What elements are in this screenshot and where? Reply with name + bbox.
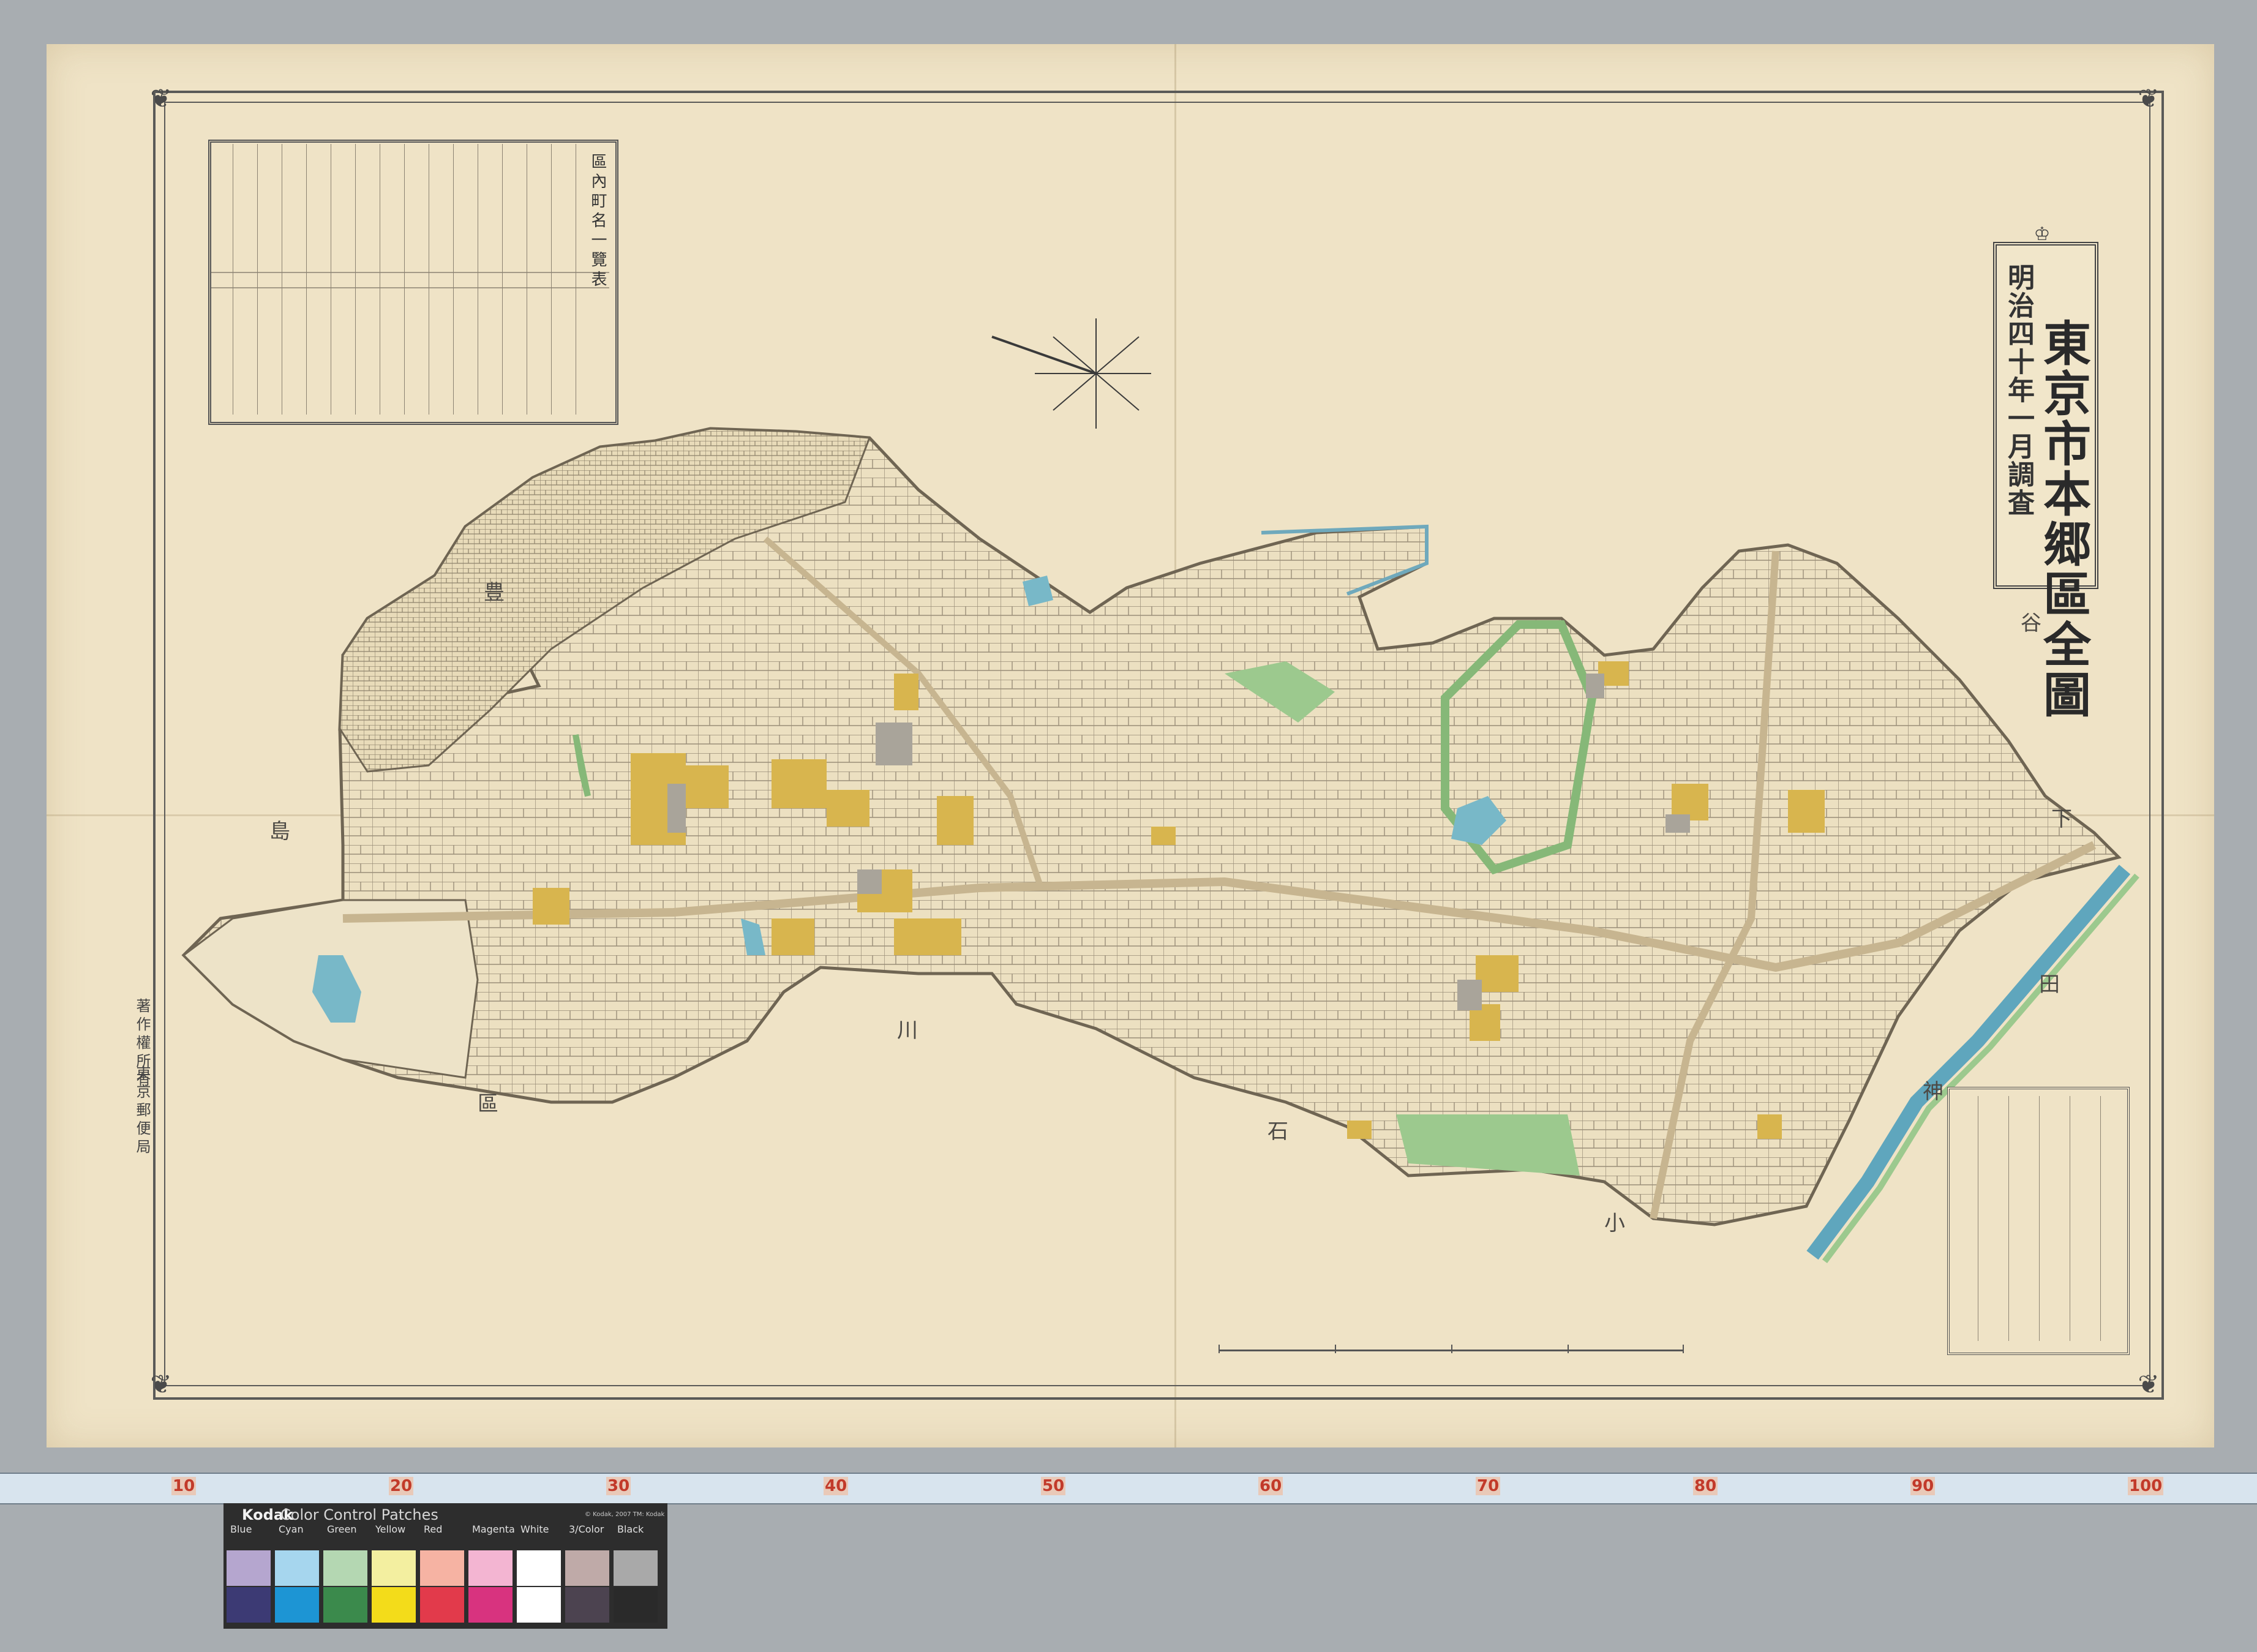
patch-dark-white — [517, 1587, 561, 1623]
patch-light-blue — [227, 1550, 271, 1586]
district-label-8: 神 — [1923, 1079, 1943, 1104]
legend-column-line — [2100, 1096, 2101, 1341]
district-label-10: 島 — [269, 819, 290, 844]
title-survey-date: 明治四十年一月調査 — [2003, 263, 2034, 517]
table-column-line — [453, 144, 454, 415]
scale-tick — [1683, 1345, 1684, 1353]
publisher-owner: 東京郵便局 — [133, 1065, 151, 1157]
table-column-line — [502, 144, 503, 415]
patch-light-3color — [565, 1550, 609, 1586]
ruler-label-100: 100 — [2128, 1477, 2164, 1495]
ruler-label-50: 50 — [1041, 1477, 1066, 1495]
patch-label-black: Black — [617, 1523, 644, 1535]
patch-light-white — [517, 1550, 561, 1586]
patch-light-green — [323, 1550, 367, 1586]
kodak-card-title: Color Control Patches — [280, 1506, 438, 1523]
scale-tick — [1451, 1345, 1452, 1353]
ruler-label-40: 40 — [824, 1477, 849, 1495]
patch-label-blue: Blue — [230, 1523, 252, 1535]
patch-light-magenta — [468, 1550, 513, 1586]
map-title: 東京市本郷區全圖 — [2035, 318, 2091, 720]
patch-dark-yellow — [372, 1587, 416, 1623]
patch-label-green: Green — [327, 1523, 357, 1535]
ruler-label-10: 10 — [171, 1477, 197, 1495]
patch-dark-black — [614, 1587, 658, 1623]
compass-rose — [991, 318, 1151, 429]
district-label-3: 川 — [897, 1018, 918, 1043]
patch-light-cyan — [275, 1550, 319, 1586]
patch-label-3color: 3/Color — [569, 1523, 604, 1535]
ruler-label-90: 90 — [1910, 1477, 1936, 1495]
ruler-label-20: 20 — [389, 1477, 414, 1495]
table-column-line — [551, 144, 552, 415]
district-label-4: 區 — [478, 1092, 498, 1116]
patch-dark-3color — [565, 1587, 609, 1623]
patch-dark-magenta — [468, 1587, 513, 1623]
patch-light-yellow — [372, 1550, 416, 1586]
patch-dark-blue — [227, 1587, 271, 1623]
patch-dark-red — [420, 1587, 464, 1623]
table-column-line — [306, 144, 307, 415]
patch-label-red: Red — [424, 1523, 443, 1535]
town-name-table — [208, 140, 618, 425]
district-label-2: 石 — [1267, 1119, 1288, 1144]
ruler-label-30: 30 — [606, 1477, 631, 1495]
scale-tick — [1568, 1345, 1569, 1353]
scale-tick — [1335, 1345, 1336, 1353]
map-legend — [1947, 1087, 2130, 1355]
legend-column-line — [2008, 1096, 2009, 1341]
patch-label-magenta: Magenta — [472, 1523, 515, 1535]
title-crown-ornament: ♔ — [2034, 223, 2051, 245]
scale-tick — [1219, 1345, 1220, 1353]
patch-dark-cyan — [275, 1587, 319, 1623]
patch-light-black — [614, 1550, 658, 1586]
patch-dark-green — [323, 1587, 367, 1623]
patch-light-red — [420, 1550, 464, 1586]
patch-label-cyan: Cyan — [279, 1523, 304, 1535]
table-column-line — [257, 144, 258, 415]
district-label-1: 小 — [1604, 1211, 1625, 1236]
patch-label-yellow: Yellow — [375, 1523, 406, 1535]
ruler-label-80: 80 — [1693, 1477, 1718, 1495]
kodak-trademark: © Kodak, 2007 TM: Kodak — [585, 1511, 665, 1518]
district-label-7: 田 — [2039, 972, 2060, 997]
table-column-line — [355, 144, 356, 415]
district-label-6: 下 — [2051, 807, 2072, 832]
table-column-line — [404, 144, 405, 415]
district-label-9: 豊 — [484, 580, 505, 605]
patch-label-white: White — [520, 1523, 549, 1535]
ruler-label-60: 60 — [1258, 1477, 1283, 1495]
ruler-label-70: 70 — [1476, 1477, 1501, 1495]
legend-column-line — [2039, 1096, 2040, 1341]
town-table-title: 區內町名一覽表 — [588, 153, 607, 290]
